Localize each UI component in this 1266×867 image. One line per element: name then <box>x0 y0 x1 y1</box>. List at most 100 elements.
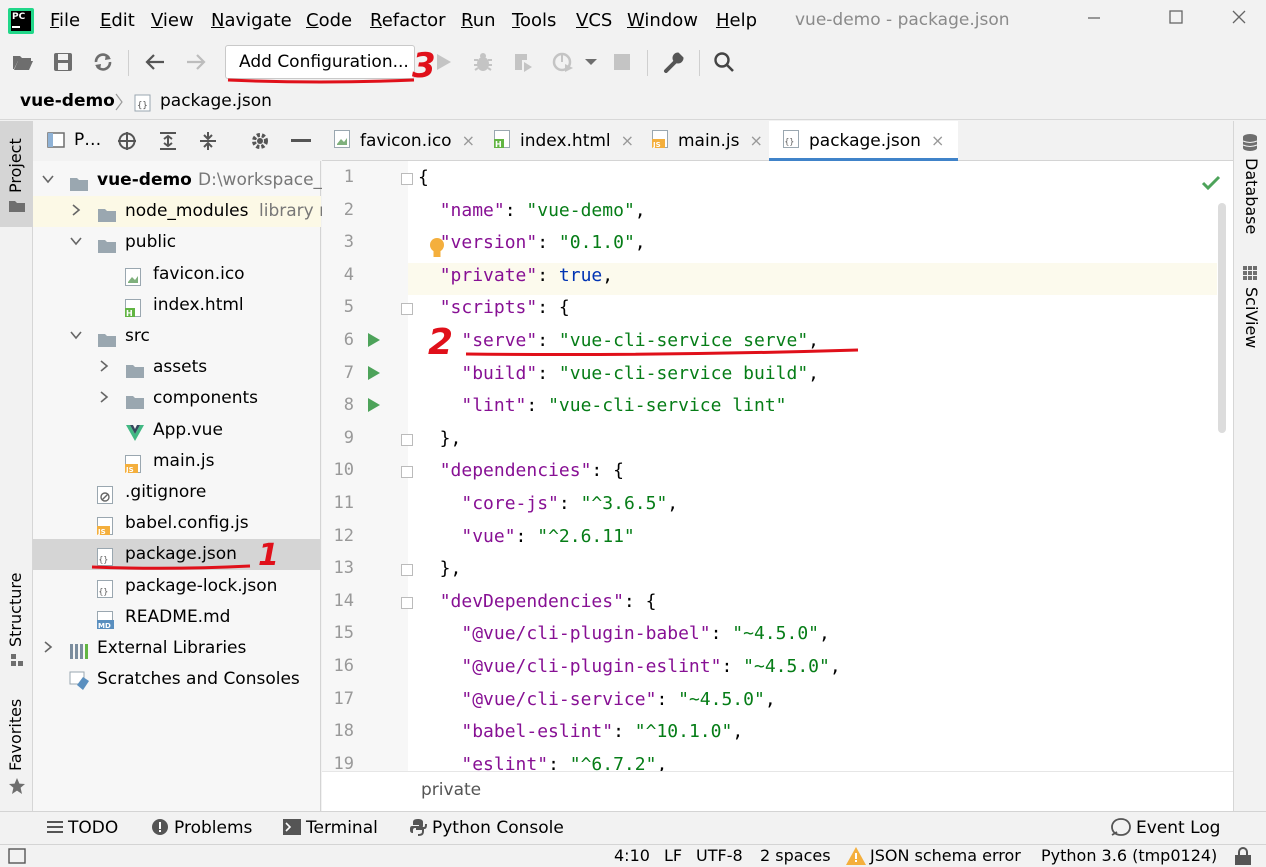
lightbulb-icon[interactable] <box>428 237 446 261</box>
python-interpreter[interactable]: Python 3.6 (tmp0124) <box>1041 846 1217 865</box>
run-icon <box>437 54 451 70</box>
tree-item[interactable]: External Libraries <box>33 633 321 664</box>
terminal-tool-button[interactable]: Terminal <box>283 818 378 838</box>
more-run-options-button[interactable] <box>578 49 604 75</box>
forward-button[interactable] <box>183 49 209 75</box>
tree-item[interactable]: App.vue <box>33 415 321 446</box>
coverage-icon <box>515 54 532 72</box>
caret-position[interactable]: 4:10 <box>614 846 650 865</box>
toggle-tool-windows-icon[interactable] <box>8 848 26 864</box>
stop-icon <box>614 54 630 70</box>
tree-item[interactable]: favicon.ico <box>33 259 321 290</box>
database-tool-button[interactable]: Database <box>1234 125 1266 245</box>
fold-marker-icon[interactable] <box>401 303 413 316</box>
chevron-right-icon[interactable] <box>97 383 111 414</box>
tab-package-json[interactable]: {} package.json × <box>769 121 959 161</box>
run-gutter-icon[interactable] <box>368 398 380 413</box>
breadcrumb-file[interactable]: package.json <box>160 91 272 111</box>
menu-edit[interactable]: Edit <box>100 10 135 31</box>
breadcrumb-project[interactable]: vue-demo <box>20 91 115 111</box>
chevron-down-icon[interactable] <box>41 165 55 196</box>
tree-item[interactable]: assets <box>33 352 321 383</box>
tab-favicon-ico[interactable]: favicon.ico × <box>334 121 475 161</box>
back-button[interactable] <box>142 49 168 75</box>
menu-view[interactable]: View <box>151 10 194 31</box>
fold-marker-icon[interactable] <box>401 466 413 479</box>
tree-item[interactable]: node_modules library root <box>33 196 353 228</box>
run-with-coverage-button[interactable] <box>510 49 536 75</box>
project-view-selector[interactable]: P… <box>74 130 101 150</box>
tree-item[interactable]: .gitignore <box>33 477 321 508</box>
menu-code[interactable]: Code <box>306 10 352 31</box>
close-window-button[interactable] <box>1225 6 1253 34</box>
favorites-tool-button[interactable]: Favorites <box>0 691 33 801</box>
menu-run[interactable]: Run <box>461 10 496 31</box>
tree-item[interactable]: Hindex.html <box>33 290 321 321</box>
close-tab-icon[interactable]: × <box>462 131 475 150</box>
hide-panel-icon[interactable] <box>291 139 311 143</box>
chevron-down-icon[interactable] <box>69 227 83 258</box>
profile-button[interactable] <box>550 49 576 75</box>
tree-item[interactable]: MD README.md <box>33 602 321 633</box>
menu-tools[interactable]: Tools <box>512 10 556 31</box>
fold-marker-icon[interactable] <box>401 173 413 185</box>
tree-item[interactable]: components <box>33 383 321 414</box>
chevron-right-icon[interactable] <box>69 196 83 227</box>
sciview-tool-button[interactable]: SciView <box>1234 261 1266 361</box>
tree-item[interactable]: public <box>33 227 321 258</box>
save-all-button[interactable] <box>50 49 76 75</box>
todo-tool-button[interactable]: TODO <box>46 818 118 838</box>
warning-triangle-icon <box>846 847 866 865</box>
json-schema-status[interactable]: JSON schema error <box>870 846 1021 865</box>
synchronize-button[interactable] <box>90 49 116 75</box>
collapse-all-icon[interactable] <box>198 131 218 151</box>
event-log-tool-button[interactable]: Event Log <box>1111 818 1220 838</box>
close-tab-icon[interactable]: × <box>931 131 944 150</box>
minimize-button[interactable] <box>1080 6 1108 34</box>
tree-item[interactable]: JS main.js <box>33 446 321 477</box>
menu-refactor[interactable]: Refactor <box>370 10 446 31</box>
maximize-button[interactable] <box>1162 6 1190 34</box>
tab-index-html[interactable]: Hindex.html × <box>494 121 634 161</box>
structure-tool-button[interactable]: Structure <box>0 561 33 671</box>
chevron-down-icon[interactable] <box>69 321 83 352</box>
menu-vcs[interactable]: VCS <box>576 10 612 31</box>
indent-setting[interactable]: 2 spaces <box>760 846 831 865</box>
lock-icon[interactable] <box>1232 847 1254 865</box>
fold-marker-icon[interactable] <box>401 564 413 577</box>
chevron-right-icon[interactable] <box>97 352 111 383</box>
tree-item[interactable]: vue-demo D:\workspace_p <box>33 165 333 196</box>
run-gutter-icon[interactable] <box>368 333 380 347</box>
file-encoding[interactable]: UTF-8 <box>696 846 743 865</box>
debug-button[interactable] <box>470 49 496 75</box>
tab-main-js[interactable]: JS main.js × <box>652 121 763 161</box>
open-folder-button[interactable] <box>10 49 36 75</box>
run-configuration-selector[interactable]: Add Configuration... <box>225 45 415 79</box>
expand-all-icon[interactable] <box>158 131 178 151</box>
locate-file-icon[interactable] <box>117 131 137 151</box>
tree-item[interactable]: src <box>33 321 321 352</box>
menu-window[interactable]: Window <box>627 10 698 31</box>
line-separator[interactable]: LF <box>664 846 682 865</box>
fold-marker-icon[interactable] <box>401 596 413 609</box>
run-gutter-icon[interactable] <box>368 365 380 380</box>
settings-button[interactable] <box>661 49 687 75</box>
close-tab-icon[interactable]: × <box>621 131 634 150</box>
fold-marker-icon[interactable] <box>401 433 413 446</box>
tree-item[interactable]: Scratches and Consoles <box>33 664 321 695</box>
chevron-right-icon[interactable] <box>41 633 55 664</box>
menu-file[interactable]: File <box>50 10 80 31</box>
problems-tool-button[interactable]: Problems <box>151 818 252 838</box>
gear-icon[interactable] <box>250 131 270 151</box>
close-tab-icon[interactable]: × <box>749 131 762 150</box>
stop-button[interactable] <box>609 49 635 75</box>
python-console-tool-button[interactable]: Python Console <box>409 818 564 838</box>
tree-item[interactable]: {} package-lock.json <box>33 571 321 602</box>
editor-scrollbar[interactable] <box>1218 203 1226 433</box>
tree-item[interactable]: JS babel.config.js <box>33 508 321 539</box>
project-tool-button[interactable]: Project <box>0 121 33 227</box>
menu-navigate[interactable]: Navigate <box>211 10 292 31</box>
menu-help[interactable]: Help <box>716 10 757 31</box>
editor-breadcrumb-path[interactable]: private <box>421 780 481 800</box>
search-everywhere-button[interactable] <box>711 49 737 75</box>
